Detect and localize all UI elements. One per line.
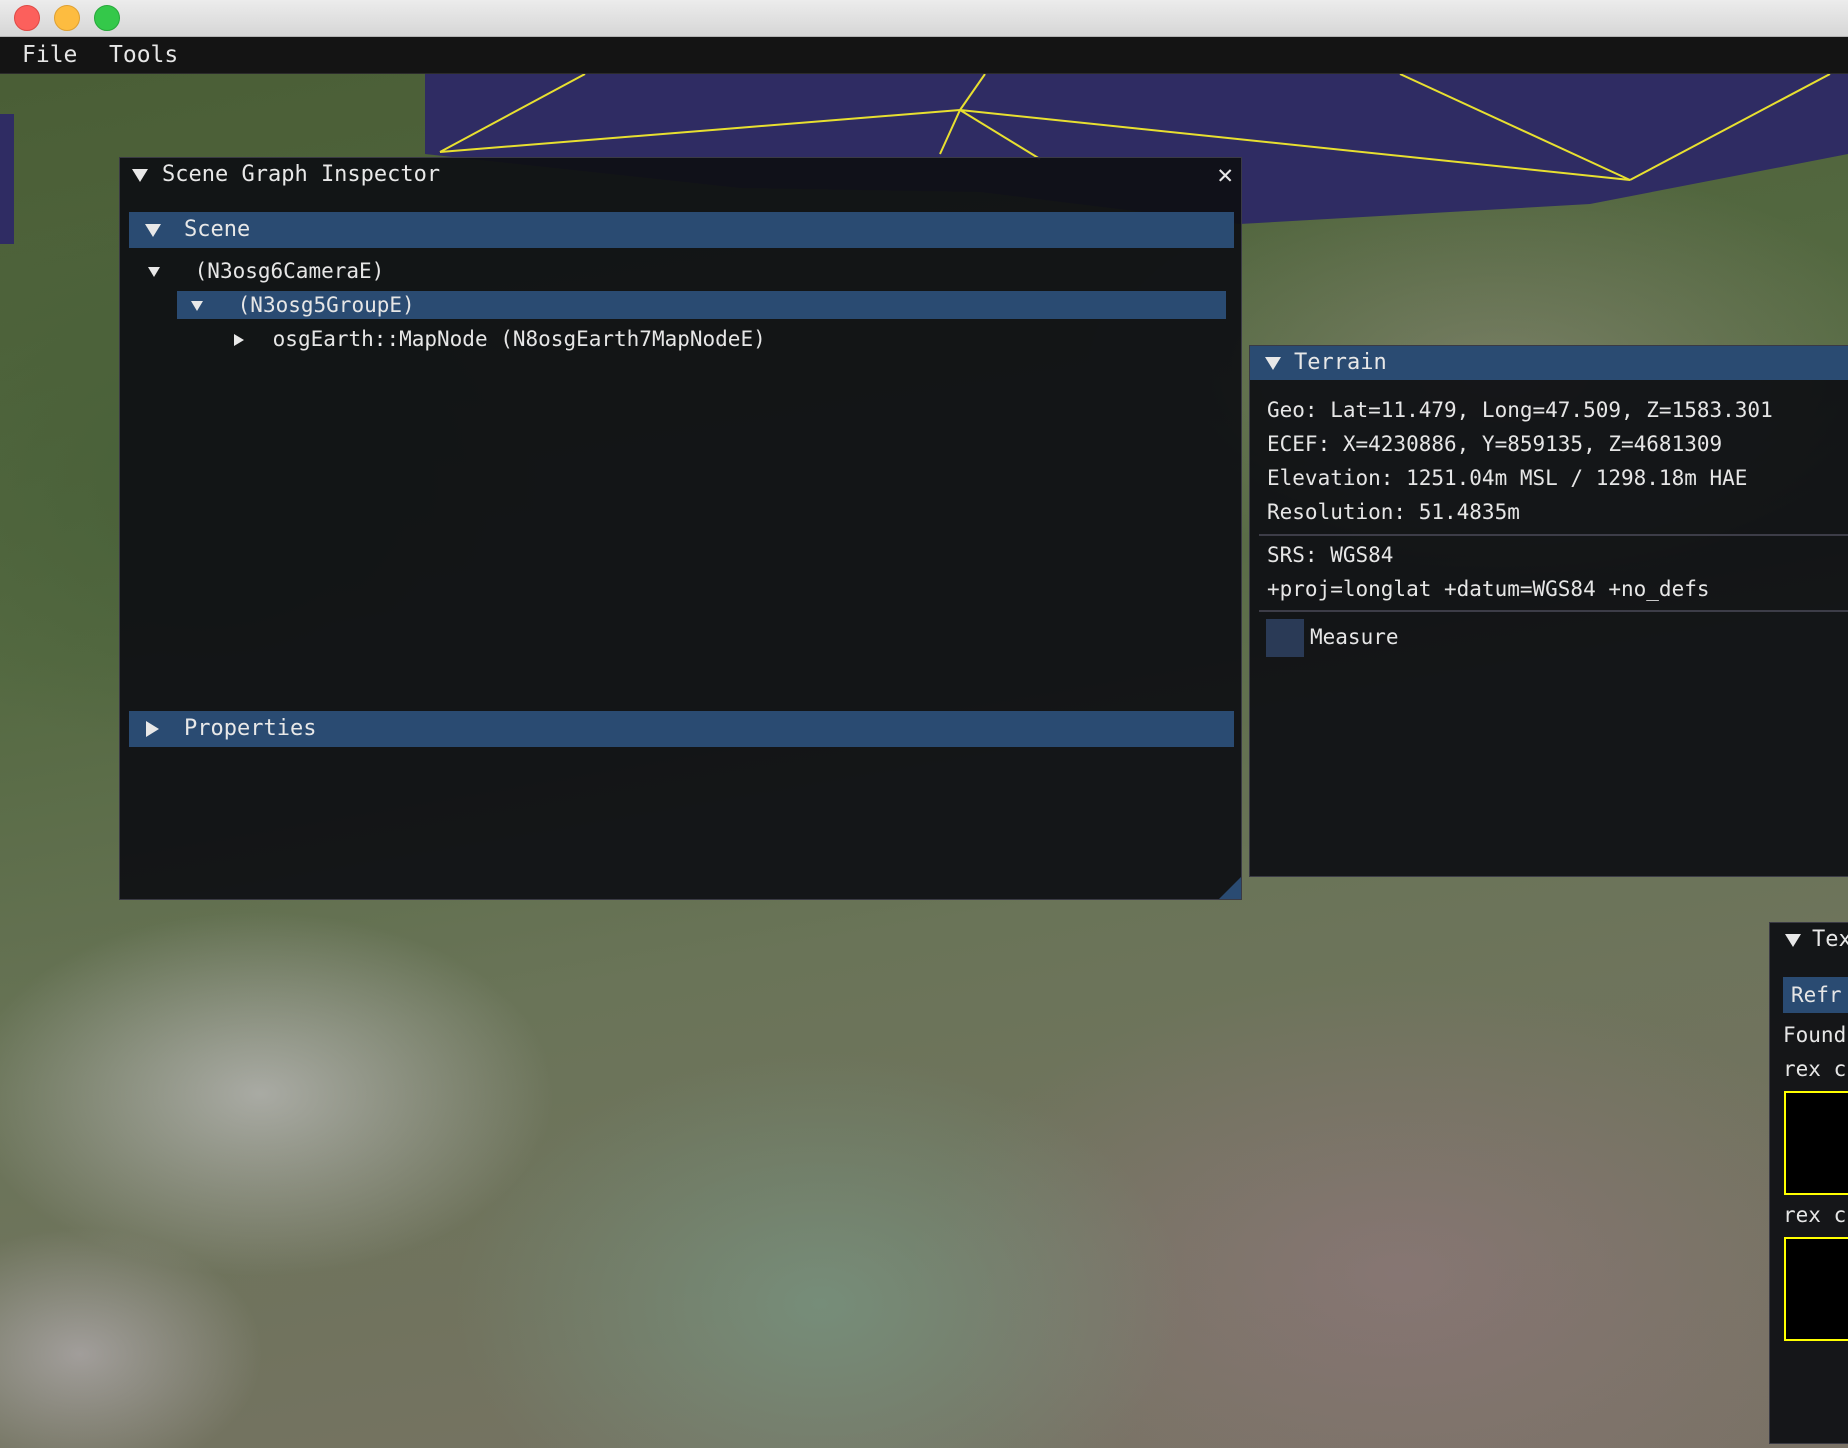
- elevation-readout: Elevation: 1251.04m MSL / 1298.18m HAE: [1267, 466, 1748, 490]
- srs-readout: SRS: WGS84: [1267, 543, 1394, 567]
- properties-header-label: Properties: [184, 716, 317, 741]
- rex-label-1: rex c: [1783, 1057, 1847, 1081]
- terrain-titlebar[interactable]: Terrain: [1250, 346, 1848, 380]
- tree-node-camera-label: (N3osg6CameraE): [194, 259, 385, 283]
- found-label: Found: [1783, 1023, 1847, 1047]
- measure-label: Measure: [1310, 625, 1399, 649]
- scene-graph-inspector-titlebar[interactable]: Scene Graph Inspector ✕: [120, 158, 1241, 192]
- tree-node-group-label: (N3osg5GroupE): [237, 293, 415, 317]
- proj-readout: +proj=longlat +datum=WGS84 +no_defs: [1267, 577, 1710, 601]
- collapse-window-icon[interactable]: [1785, 923, 1801, 957]
- window-title: Scene Graph Inspector: [162, 162, 441, 187]
- terrain-title: Terrain: [1294, 350, 1387, 375]
- properties-header[interactable]: Properties: [129, 711, 1234, 747]
- menu-bar: File Tools: [0, 37, 1848, 74]
- ecef-readout: ECEF: X=4230886, Y=859135, Z=4681309: [1267, 432, 1723, 456]
- zoom-window-button[interactable]: [94, 5, 120, 31]
- textures-window[interactable]: Tex Refr Found rex c rex c: [1769, 922, 1848, 1444]
- tree-node-mapnode-label: osgEarth::MapNode (N8osgEarth7MapNodeE): [272, 327, 766, 351]
- chevron-down-icon: [191, 293, 203, 317]
- terrain-window[interactable]: Terrain Geo: Lat=11.479, Long=47.509, Z=…: [1249, 345, 1848, 877]
- tree-node-camera[interactable]: (N3osg6CameraE): [148, 259, 384, 283]
- chevron-down-icon: [145, 212, 161, 248]
- resize-grip[interactable]: [1219, 877, 1241, 899]
- textures-titlebar[interactable]: Tex: [1770, 923, 1848, 957]
- chevron-right-icon: [146, 711, 159, 747]
- refresh-button[interactable]: Refr: [1783, 977, 1848, 1013]
- texture-preview-1: [1784, 1091, 1848, 1195]
- resolution-readout: Resolution: 51.4835m: [1267, 500, 1520, 524]
- textures-title: Tex: [1812, 927, 1848, 952]
- close-icon[interactable]: ✕: [1217, 158, 1233, 192]
- divider: [1259, 534, 1848, 536]
- texture-preview-2: [1784, 1237, 1848, 1341]
- menu-tools[interactable]: Tools: [97, 37, 190, 73]
- tree-node-group[interactable]: (N3osg5GroupE): [191, 293, 415, 317]
- collapse-window-icon[interactable]: [132, 158, 148, 192]
- collapse-window-icon[interactable]: [1265, 346, 1281, 380]
- scene-header-label: Scene: [184, 217, 251, 242]
- chevron-down-icon: [148, 259, 160, 283]
- menu-file[interactable]: File: [10, 37, 89, 73]
- scene-graph-inspector-window[interactable]: Scene Graph Inspector ✕ Scene (N3osg6Cam…: [119, 157, 1242, 900]
- close-window-button[interactable]: [14, 5, 40, 31]
- refresh-button-label: Refr: [1791, 983, 1842, 1007]
- measure-checkbox[interactable]: [1266, 619, 1304, 657]
- divider: [1259, 610, 1848, 612]
- scene-header[interactable]: Scene: [129, 212, 1234, 248]
- minimize-window-button[interactable]: [54, 5, 80, 31]
- tree-node-mapnode[interactable]: osgEarth::MapNode (N8osgEarth7MapNodeE): [234, 327, 766, 351]
- rex-label-2: rex c: [1783, 1203, 1847, 1227]
- geo-readout: Geo: Lat=11.479, Long=47.509, Z=1583.301: [1267, 398, 1773, 422]
- window-titlebar: [0, 0, 1848, 37]
- chevron-right-icon: [234, 327, 244, 351]
